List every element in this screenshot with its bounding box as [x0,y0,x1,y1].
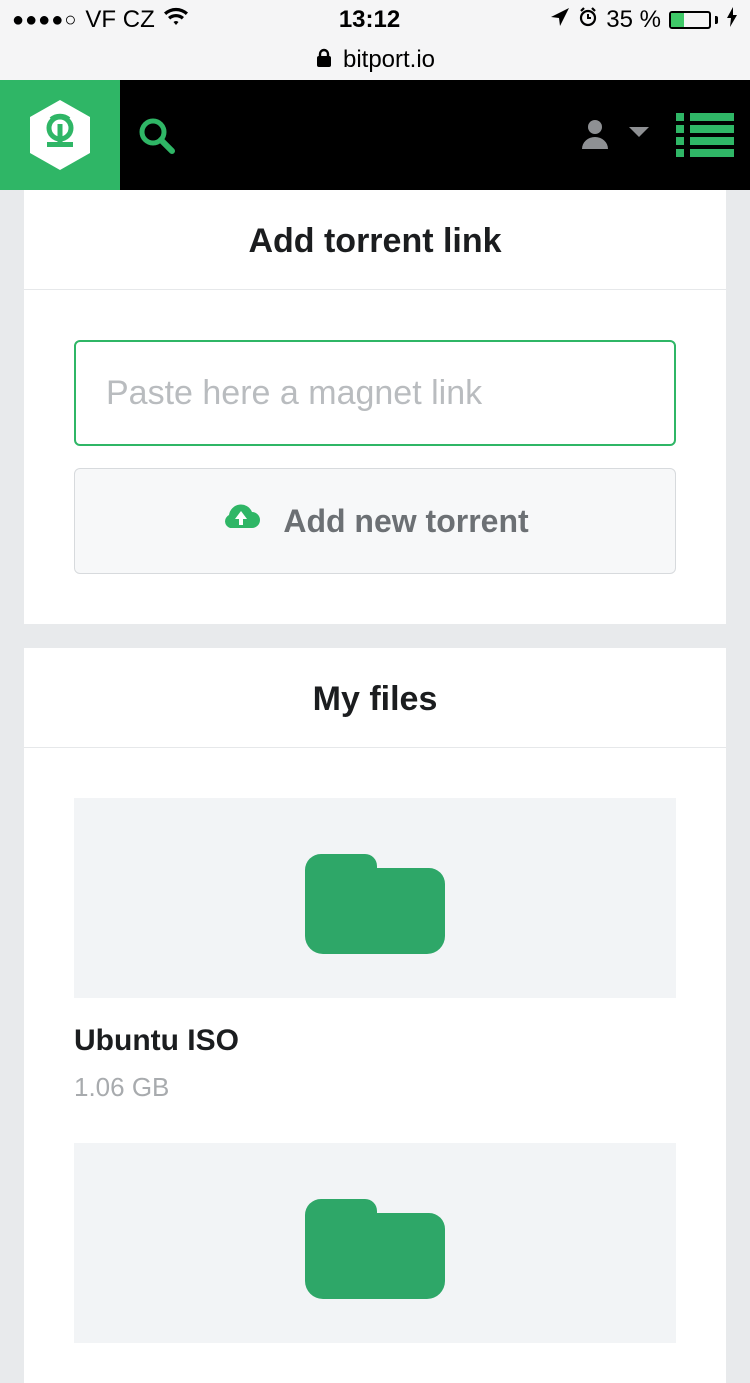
add-torrent-button-label: Add new torrent [283,503,528,540]
battery-percent: 35 % [606,6,661,34]
folder-icon [305,836,445,961]
clock: 13:12 [339,6,400,34]
my-files-title: My files [24,648,726,748]
app-header [0,80,750,190]
add-torrent-card: Add torrent link Add new torrent [24,190,726,624]
add-torrent-title: Add torrent link [24,190,726,290]
magnet-link-input[interactable] [74,340,676,446]
file-name: Ubuntu ISO [74,1024,676,1058]
status-right: 35 % [550,6,738,34]
user-menu[interactable] [580,80,660,190]
cloud-upload-icon [221,502,261,540]
signal-strength-icon: ●●●●○ [12,9,77,32]
folder-icon [305,1181,445,1306]
my-files-card: My files Ubuntu ISO 1.06 GB [24,648,726,1383]
alarm-icon [578,6,598,34]
file-size: 1.06 GB [74,1072,676,1103]
battery-icon [669,11,718,29]
status-left: ●●●●○ VF CZ [12,6,189,34]
browser-url-bar[interactable]: bitport.io [0,40,750,80]
file-thumbnail [74,798,676,998]
charging-icon [726,6,738,34]
add-torrent-button[interactable]: Add new torrent [74,468,676,574]
status-bar: ●●●●○ VF CZ 13:12 35 % [0,0,750,40]
url-text: bitport.io [343,46,435,74]
search-button[interactable] [120,80,192,190]
wifi-icon [163,6,189,34]
page-content: Add torrent link Add new torrent My file… [0,190,750,1383]
lock-icon [315,48,333,73]
carrier-label: VF CZ [85,6,154,34]
location-icon [550,6,570,34]
file-item[interactable]: Ubuntu ISO 1.06 GB [74,798,676,1103]
file-thumbnail [74,1143,676,1343]
list-view-button[interactable] [660,80,750,190]
chevron-down-icon [628,126,650,145]
file-item[interactable] [74,1143,676,1383]
app-logo[interactable] [0,80,120,190]
user-icon [580,117,610,154]
